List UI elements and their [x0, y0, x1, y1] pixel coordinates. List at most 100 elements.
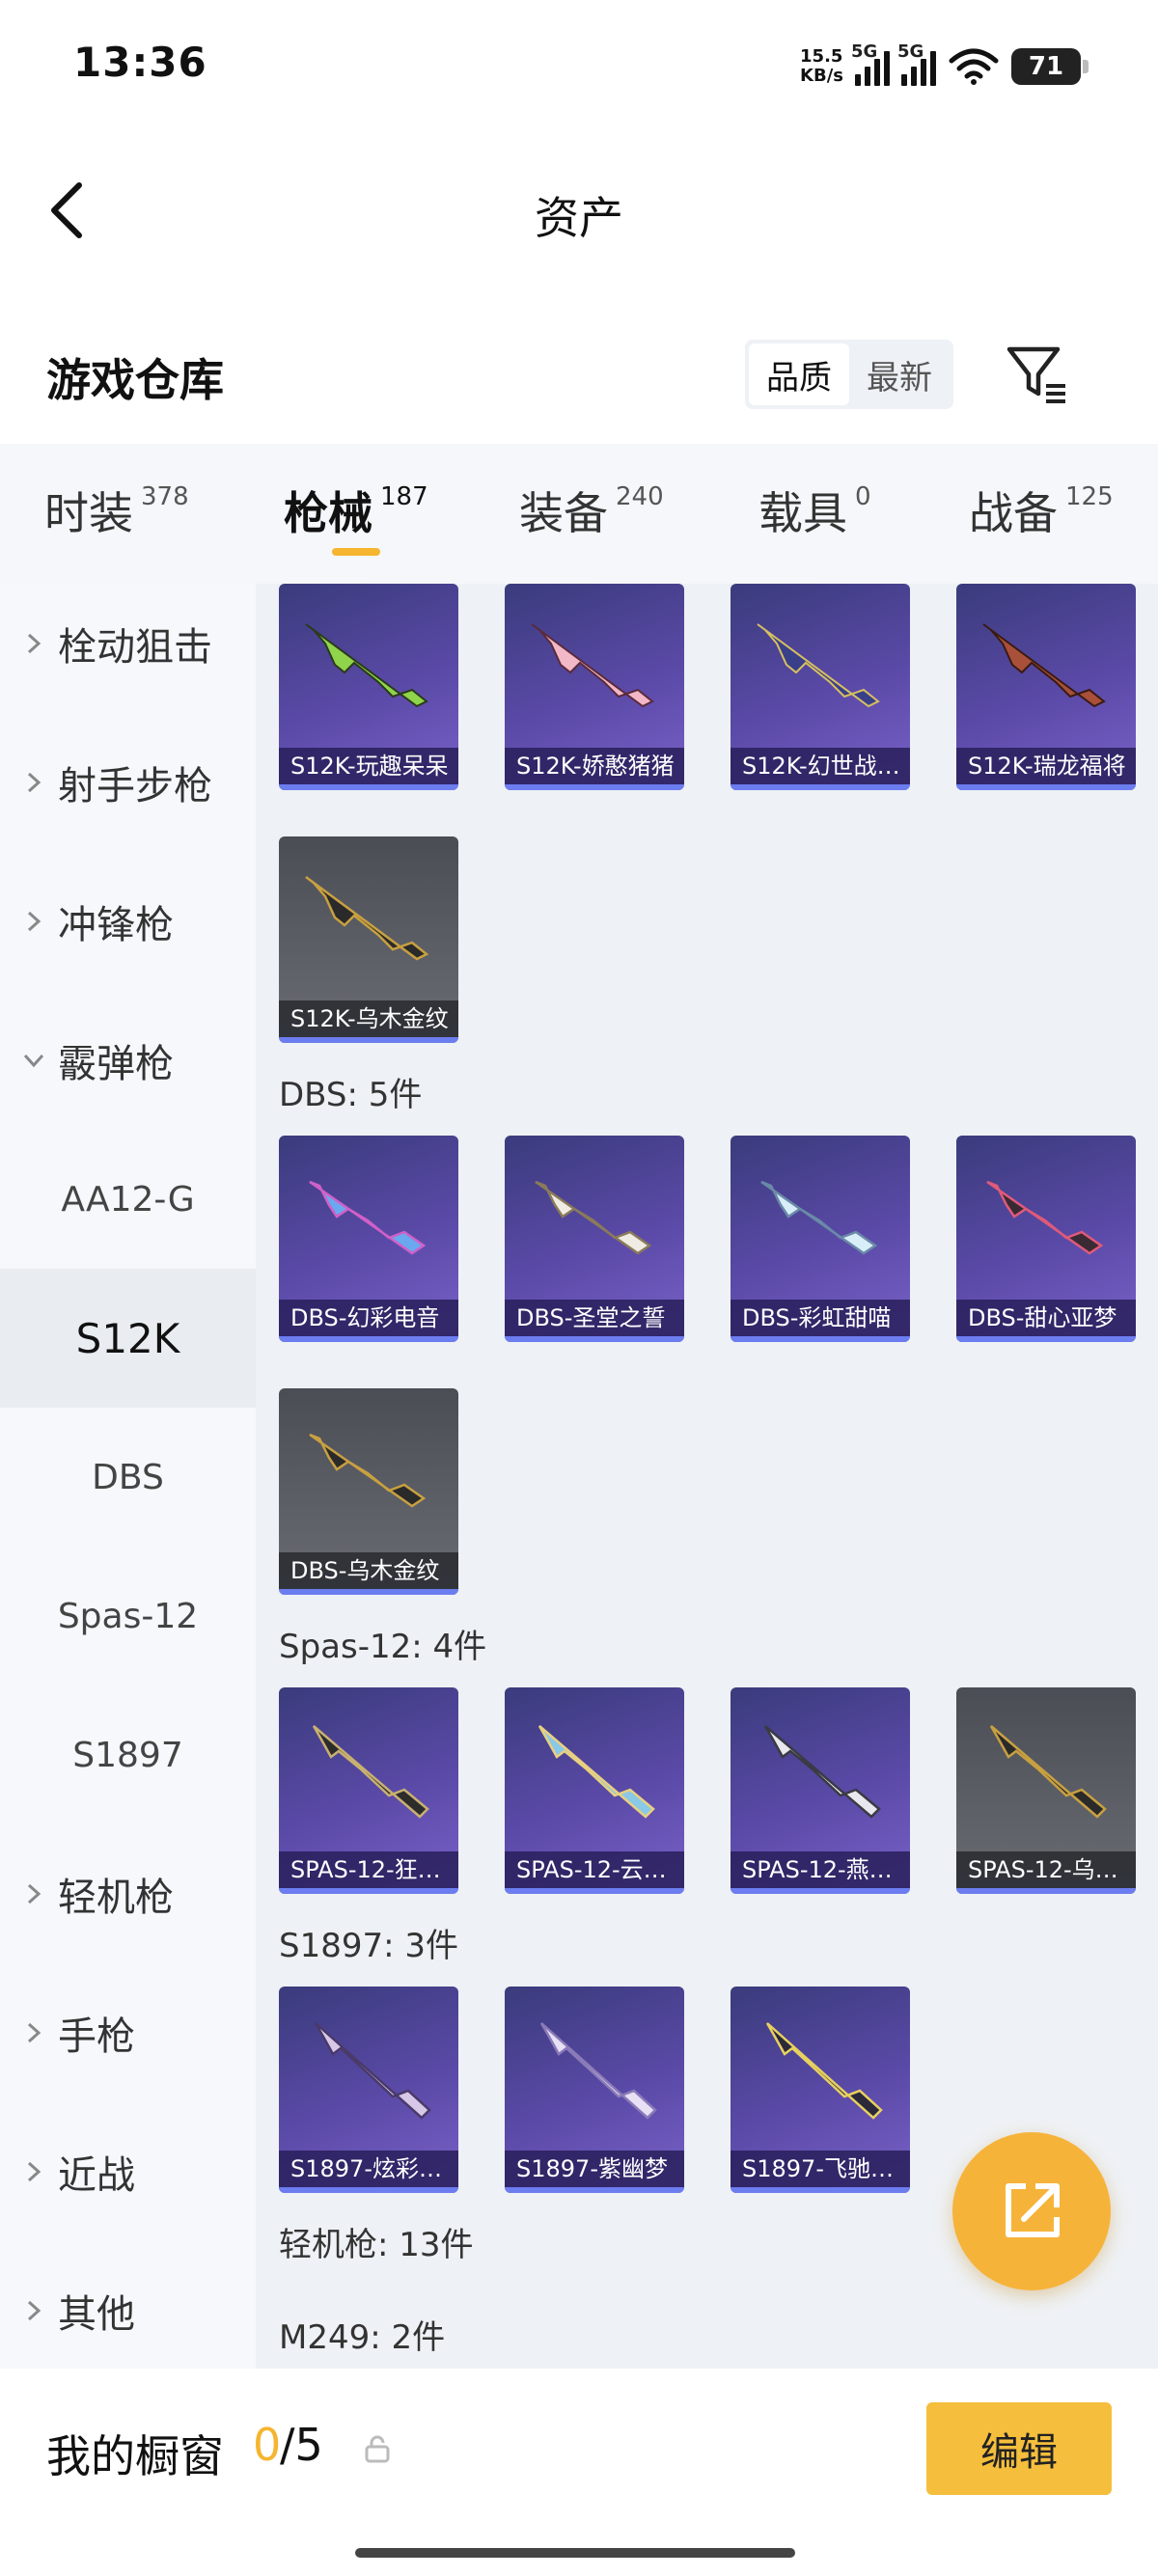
filter-icon[interactable] [1004, 340, 1071, 407]
item-card[interactable]: DBS-乌木金纹 [279, 1388, 458, 1595]
chevron-right-icon [27, 911, 41, 932]
page-title: 资产 [535, 192, 623, 244]
battery-icon: 71 [1011, 48, 1089, 85]
warehouse-title: 游戏仓库 [46, 354, 224, 406]
rarity-bar [956, 1336, 1136, 1342]
item-card[interactable]: S1897-紫幽梦 [505, 1987, 684, 2193]
item-card[interactable]: S12K-幻世战… [731, 584, 910, 790]
sidebar-subitem-aa12g[interactable]: AA12-G [0, 1130, 256, 1269]
sidebar-item-other[interactable]: 其他 [0, 2241, 256, 2369]
item-card[interactable]: S12K-乌木金纹 [279, 836, 458, 1043]
status-time: 13:36 [73, 39, 207, 86]
weapon-category-sidebar: 栓动狙击 射手步枪 冲锋枪 霰弹枪 AA12-G S12K DBS Spas-1… [0, 584, 256, 2369]
item-name: SPAS-12-云… [505, 1851, 684, 1888]
section-label-dbs: DBS: 5件 [279, 1076, 423, 1114]
rarity-bar [505, 1888, 684, 1894]
rarity-bar [731, 2187, 910, 2193]
category-tabs: 时装 378 枪械 187 装备 240 载具 0 战备 125 [0, 444, 1158, 584]
rarity-bar [279, 1037, 458, 1043]
sidebar-item-lmg[interactable]: 轻机枪 [0, 1824, 256, 1963]
item-card[interactable]: DBS-彩虹甜喵 [731, 1136, 910, 1342]
item-card[interactable]: SPAS-12-乌… [956, 1687, 1136, 1894]
sidebar-item-label: 手枪 [58, 2014, 135, 2059]
tab-gear[interactable]: 战备 125 [969, 479, 1114, 542]
tab-label: 枪械 [284, 487, 372, 539]
item-card[interactable]: SPAS-12-云… [505, 1687, 684, 1894]
rarity-bar [279, 1888, 458, 1894]
item-card[interactable]: DBS-圣堂之誓 [505, 1136, 684, 1342]
item-name: DBS-乌木金纹 [279, 1552, 458, 1589]
sidebar-item-label: 其他 [58, 2292, 135, 2337]
rarity-bar [279, 784, 458, 790]
sidebar-item-pistol[interactable]: 手枪 [0, 1963, 256, 2102]
sidebar-subitem-spas12[interactable]: Spas-12 [0, 1547, 256, 1685]
section-label-s1897: S1897: 3件 [279, 1927, 459, 1965]
sort-quality-option[interactable]: 品质 [749, 343, 849, 405]
shotgun-icon [312, 1725, 429, 1819]
item-card[interactable]: S12K-玩趣呆呆 [279, 584, 458, 790]
lock-icon [365, 2435, 390, 2463]
tab-count: 0 [855, 482, 871, 511]
rarity-bar [505, 2187, 684, 2193]
sidebar-item-shotgun[interactable]: 霰弹枪 [0, 991, 256, 1130]
rarity-bar [731, 1336, 910, 1342]
tab-fashion[interactable]: 时装 378 [44, 479, 189, 542]
item-name: S1897-紫幽梦 [505, 2151, 684, 2187]
item-card[interactable]: S12K-娇憨猪猪 [505, 584, 684, 790]
signal-icon-2: 5G [897, 41, 936, 86]
home-indicator[interactable] [355, 2548, 795, 2558]
sidebar-item-dmr[interactable]: 射手步枪 [0, 713, 256, 852]
tab-weapons[interactable]: 枪械 187 [284, 479, 428, 542]
item-card[interactable]: DBS-幻彩电音 [279, 1136, 458, 1342]
signal-label: 5G [851, 41, 878, 62]
signal-icon: 5G [851, 41, 890, 86]
sidebar-item-smg[interactable]: 冲锋枪 [0, 852, 256, 991]
rarity-bar [956, 1888, 1136, 1894]
item-card[interactable]: S1897-飞驰… [731, 1987, 910, 2193]
sidebar-item-bolt-sniper[interactable]: 栓动狙击 [0, 584, 256, 713]
item-name: S1897-炫彩… [279, 2151, 458, 2187]
item-card[interactable]: DBS-甜心亚梦 [956, 1136, 1136, 1342]
tab-label: 战备 [969, 487, 1058, 539]
tab-equipment[interactable]: 装备 240 [519, 479, 664, 542]
sidebar-item-label: 射手步枪 [58, 764, 212, 808]
sidebar-item-label: 冲锋枪 [58, 903, 174, 947]
sidebar-item-label: 霰弹枪 [58, 1042, 174, 1086]
showcase-count-total: /5 [280, 2419, 323, 2471]
tab-count: 240 [616, 482, 664, 511]
sidebar-item-label: 轻机枪 [58, 1876, 174, 1920]
sort-latest-option[interactable]: 最新 [849, 343, 950, 405]
bottom-bar: 我的橱窗 0 /5 编辑 [0, 2369, 1158, 2576]
showcase-label: 我的橱窗 [46, 2430, 224, 2482]
rarity-bar [279, 2187, 458, 2193]
item-card[interactable]: S1897-炫彩… [279, 1987, 458, 2193]
item-name: S12K-瑞龙福将 [956, 748, 1136, 784]
section-label-spas12: Spas-12: 4件 [279, 1628, 487, 1666]
shotgun-icon [989, 1725, 1107, 1819]
shotgun-icon [760, 1180, 878, 1255]
sidebar-subitem-s1897[interactable]: S1897 [0, 1685, 256, 1824]
sidebar-subitem-dbs[interactable]: DBS [0, 1408, 256, 1547]
tab-vehicles[interactable]: 载具 0 [758, 479, 871, 542]
edit-button[interactable]: 编辑 [926, 2402, 1112, 2495]
status-indicators: 15.5 KB/s 5G 5G 71 [800, 41, 1089, 91]
net-speed-unit: KB/s [800, 66, 843, 86]
section-label-m249: M249: 2件 [279, 2318, 446, 2357]
chevron-right-icon [27, 2022, 41, 2043]
tab-label: 装备 [519, 487, 608, 539]
item-card[interactable]: S12K-瑞龙福将 [956, 584, 1136, 790]
sidebar-subitem-s12k[interactable]: S12K [0, 1269, 256, 1408]
sidebar-item-melee[interactable]: 近战 [0, 2102, 256, 2241]
item-card[interactable]: SPAS-12-燕… [731, 1687, 910, 1894]
share-button[interactable] [952, 2132, 1111, 2290]
shotgun-icon [305, 623, 428, 708]
shotgun-icon [309, 1180, 427, 1255]
rarity-bar [505, 784, 684, 790]
item-name: S12K-幻世战… [731, 748, 910, 784]
item-name: DBS-幻彩电音 [279, 1300, 458, 1336]
item-card[interactable]: SPAS-12-狂… [279, 1687, 458, 1894]
item-name: DBS-彩虹甜喵 [731, 1300, 910, 1336]
shotgun-icon [531, 623, 654, 708]
shotgun-icon [314, 2022, 431, 2120]
item-name: S12K-乌木金纹 [279, 1000, 458, 1037]
